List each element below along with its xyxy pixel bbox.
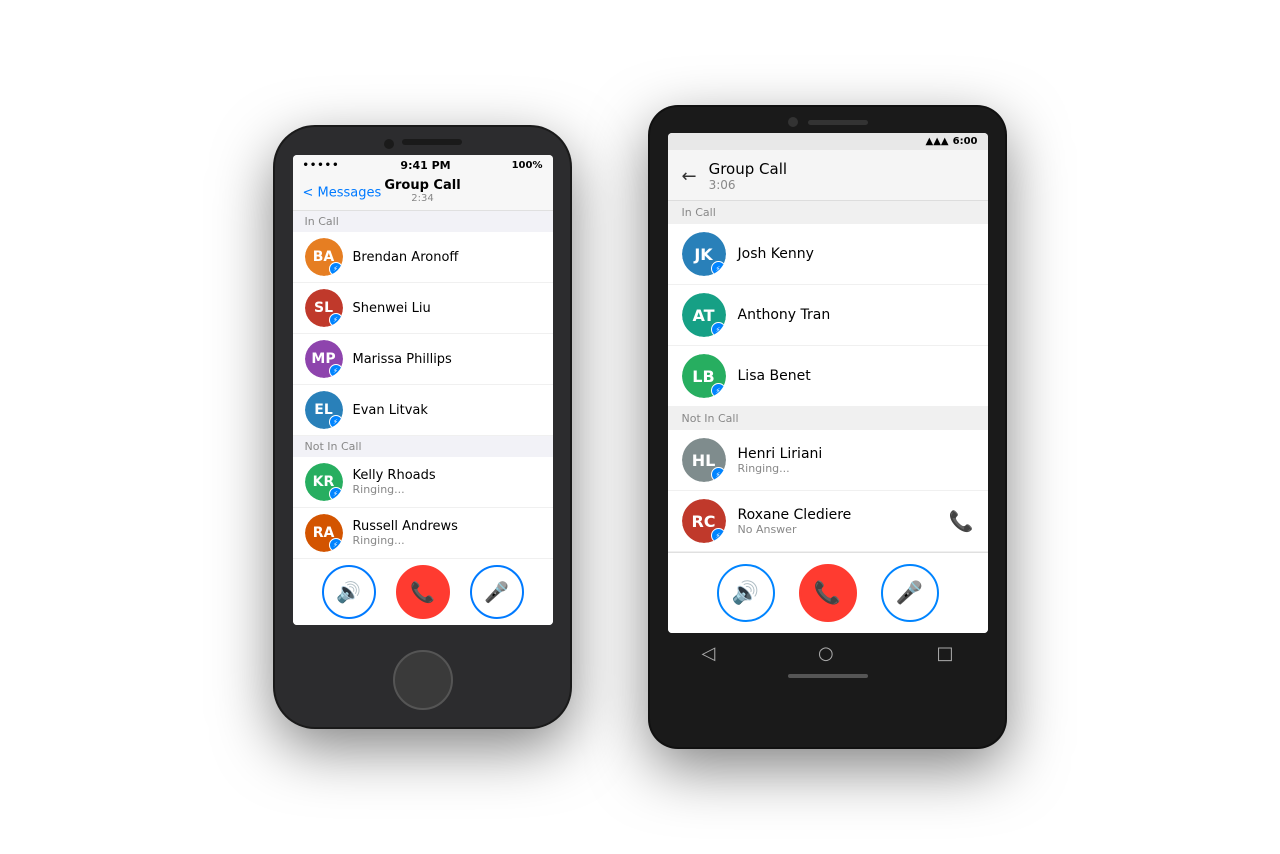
member-name: Roxane Clediere <box>738 507 852 523</box>
android-nav-subtitle: 3:06 <box>709 178 787 192</box>
list-item: KR ⚡ Kelly Rhoads Ringing... <box>293 457 553 508</box>
android-recents-nav[interactable]: □ <box>937 643 954 664</box>
iphone-signal: ••••• <box>303 160 340 171</box>
messenger-badge: ⚡ <box>329 415 343 429</box>
messenger-badge: ⚡ <box>711 261 726 276</box>
messenger-badge: ⚡ <box>329 313 343 327</box>
list-item: BA ⚡ Brendan Aronoff <box>293 232 553 283</box>
android-system-nav: ◁ ○ □ <box>650 633 1005 670</box>
android-speaker <box>808 120 868 125</box>
member-status: Ringing... <box>353 483 436 496</box>
iphone-speaker <box>402 139 462 145</box>
messenger-badge: ⚡ <box>711 383 726 398</box>
avatar: RC ⚡ <box>682 499 726 543</box>
member-name: Brendan Aronoff <box>353 250 459 265</box>
avatar: EL ⚡ <box>305 391 343 429</box>
iphone-call-controls: 🔊 📞 🎤 <box>293 559 553 625</box>
call-back-icon[interactable]: 📞 <box>949 509 974 533</box>
android-signal-icon: ▲▲▲ <box>926 136 949 147</box>
avatar: HL ⚡ <box>682 438 726 482</box>
list-item: LB ⚡ Lisa Benet <box>668 346 988 407</box>
mute-button[interactable]: 🎤 <box>470 565 524 619</box>
messenger-badge: ⚡ <box>711 528 726 543</box>
iphone-bottom <box>393 625 453 727</box>
messenger-badge: ⚡ <box>329 538 343 552</box>
android-bottom-bar <box>788 674 868 678</box>
android-status-bar: ▲▲▲ 6:00 <box>668 133 988 150</box>
member-name: Russell Andrews <box>353 519 458 534</box>
member-status: Ringing... <box>353 534 458 547</box>
list-item: MP ⚡ Marissa Phillips <box>293 334 553 385</box>
android-device: ▲▲▲ 6:00 ← Group Call 3:06 In Call JK ⚡ … <box>650 107 1005 747</box>
messenger-badge: ⚡ <box>329 262 343 276</box>
member-status: No Answer <box>738 523 852 536</box>
android-mute-button[interactable]: 🎤 <box>881 564 939 622</box>
member-name: Lisa Benet <box>738 368 811 384</box>
android-nav-title: Group Call <box>709 160 787 178</box>
iphone-home-button[interactable] <box>393 650 453 710</box>
iphone-battery: 100% <box>512 160 543 171</box>
iphone-time: 9:41 PM <box>400 159 450 172</box>
android-call-controls: 🔊 📞 🎤 <box>668 552 988 633</box>
list-item: EL ⚡ Evan Litvak <box>293 385 553 436</box>
iphone-in-call-header: In Call <box>293 211 553 232</box>
list-item: SL ⚡ Shenwei Liu <box>293 283 553 334</box>
android-in-call-header: In Call <box>668 201 988 224</box>
avatar: MP ⚡ <box>305 340 343 378</box>
android-top <box>650 107 1005 133</box>
member-name: Shenwei Liu <box>353 301 431 316</box>
member-name: Kelly Rhoads <box>353 468 436 483</box>
speaker-button[interactable]: 🔊 <box>322 565 376 619</box>
member-name: Evan Litvak <box>353 403 428 418</box>
android-end-call-button[interactable]: 📞 <box>799 564 857 622</box>
iphone-status-bar: ••••• 9:41 PM 100% <box>293 155 553 176</box>
member-status: Ringing... <box>738 462 823 475</box>
android-time: 6:00 <box>953 136 978 147</box>
avatar: AT ⚡ <box>682 293 726 337</box>
android-back-nav[interactable]: ◁ <box>701 643 715 664</box>
list-item: JK ⚡ Josh Kenny <box>668 224 988 285</box>
android-camera <box>788 117 798 127</box>
iphone-nav: < Messages Group Call 2:34 <box>293 176 553 211</box>
avatar: KR ⚡ <box>305 463 343 501</box>
list-item: RA ⚡ Russell Andrews Ringing... <box>293 508 553 559</box>
avatar: RA ⚡ <box>305 514 343 552</box>
iphone-back-button[interactable]: < Messages <box>303 186 382 201</box>
iphone-top-bar <box>275 127 570 149</box>
android-speaker-button[interactable]: 🔊 <box>717 564 775 622</box>
android-back-button[interactable]: ← <box>682 166 697 187</box>
messenger-badge: ⚡ <box>329 364 343 378</box>
avatar: JK ⚡ <box>682 232 726 276</box>
member-name: Josh Kenny <box>738 246 814 262</box>
member-name: Marissa Phillips <box>353 352 452 367</box>
avatar: SL ⚡ <box>305 289 343 327</box>
avatar: BA ⚡ <box>305 238 343 276</box>
iphone-screen: ••••• 9:41 PM 100% < Messages Group Call… <box>293 155 553 625</box>
iphone-not-in-call-header: Not In Call <box>293 436 553 457</box>
member-name: Henri Liriani <box>738 446 823 462</box>
member-name: Anthony Tran <box>738 307 831 323</box>
messenger-badge: ⚡ <box>711 322 726 337</box>
messenger-badge: ⚡ <box>329 487 343 501</box>
android-home-nav[interactable]: ○ <box>818 643 834 664</box>
avatar: LB ⚡ <box>682 354 726 398</box>
list-item: RC ⚡ Roxane Clediere No Answer 📞 <box>668 491 988 552</box>
android-screen: ▲▲▲ 6:00 ← Group Call 3:06 In Call JK ⚡ … <box>668 133 988 633</box>
list-item: AT ⚡ Anthony Tran <box>668 285 988 346</box>
messenger-badge: ⚡ <box>711 467 726 482</box>
android-not-in-call-header: Not In Call <box>668 407 988 430</box>
android-nav-bar: ← Group Call 3:06 <box>668 150 988 201</box>
iphone-device: ••••• 9:41 PM 100% < Messages Group Call… <box>275 127 570 727</box>
end-call-button[interactable]: 📞 <box>396 565 450 619</box>
iphone-camera <box>384 139 394 149</box>
list-item: HL ⚡ Henri Liriani Ringing... <box>668 430 988 491</box>
